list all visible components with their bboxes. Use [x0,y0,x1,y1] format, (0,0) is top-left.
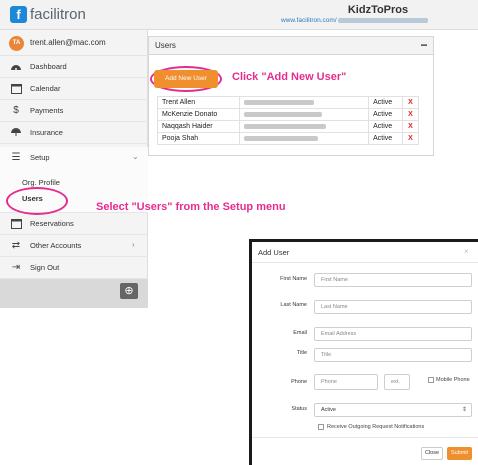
umbrella-icon [9,127,23,139]
sidebar-item-sign-out[interactable]: ⇥ Sign Out [0,257,148,279]
blurred-email [243,111,322,117]
user-account-row[interactable]: TA trent.allen@mac.com [0,30,148,56]
table-row: Trent Allen Active X [157,96,419,109]
user-email-cell [238,132,370,145]
add-new-user-button[interactable]: Add New User [154,70,218,88]
calendar-icon [9,83,23,95]
dashboard-icon [9,61,23,73]
plus-circle-icon: ⊕ [124,285,134,297]
exchange-icon: ⇄ [11,240,21,251]
email-field[interactable]: Email Address [314,327,472,341]
user-status-cell: Active [368,108,403,121]
panel-header: Users − [149,37,433,55]
email-label: Email [293,330,307,336]
title-label: Title [296,350,307,356]
user-name-cell: Trent Allen [157,96,240,109]
annotation-add-user: Click "Add New User" [232,71,347,83]
sidebar-item-label: Setup [30,153,50,162]
facilitron-logo[interactable]: f facilitron [10,6,86,23]
user-status-cell: Active [368,120,403,133]
users-highlight-oval [6,187,68,215]
user-status-cell: Active [368,132,403,145]
org-url-text: www.facilitron.com/ [281,17,337,24]
calendar-icon [9,218,23,230]
modal-title: Add User [258,248,290,257]
minimize-panel-button[interactable]: − [415,37,433,54]
sign-out-icon: ⇥ [11,262,21,273]
chevron-right-icon: › [132,240,135,249]
add-user-modal: Add User × First Name First Name Last Na… [249,239,478,465]
blurred-url-path [337,17,428,23]
title-field[interactable]: Title [314,348,472,362]
sidebar: TA trent.allen@mac.com Dashboard Calenda… [0,30,148,308]
sidebar-item-calendar[interactable]: Calendar [0,78,148,100]
delete-user-button[interactable]: X [402,120,419,133]
org-name: KidzToPros [347,4,409,16]
table-row: McKenzie Donato Active X [157,108,419,121]
modal-header: Add User × [252,242,478,263]
last-name-field[interactable]: Last Name [314,300,472,314]
modal-footer-divider [252,437,478,438]
sidebar-item-other-accounts[interactable]: ⇄ Other Accounts › [0,235,148,257]
blurred-email [243,135,318,141]
sidebar-item-label: Payments [30,106,64,115]
mobile-phone-checkbox[interactable] [428,377,434,383]
sidebar-item-label: Insurance [30,128,63,137]
user-name-cell: Naqqash Haider [157,120,240,133]
user-email-cell [238,108,370,121]
chevron-down-icon: ⌄ [132,152,139,161]
sidebar-item-label: Calendar [30,84,61,93]
user-status-cell: Active [368,96,403,109]
notifications-checkbox[interactable] [318,424,324,430]
delete-user-button[interactable]: X [402,96,419,109]
logo-text: facilitron [30,6,86,23]
delete-user-button[interactable]: X [402,108,419,121]
user-email: trent.allen@mac.com [30,38,106,47]
sidebar-item-setup[interactable]: ☰ Setup ⌄ [0,147,148,169]
sidebar-item-dashboard[interactable]: Dashboard [0,56,148,78]
submit-button[interactable]: Submit [447,447,472,460]
notifications-label: Receive Outgoing Request Notifications [327,424,425,430]
dollar-icon: $ [13,105,19,116]
users-table: Trent Allen Active X McKenzie Donato Act… [157,96,419,145]
collapse-sidebar-button[interactable]: ⊕ [120,283,138,299]
org-url[interactable]: www.facilitron.com/ [281,17,428,24]
close-icon[interactable]: × [464,247,469,256]
top-bar: f facilitron KidzToPros www.facilitron.c… [0,0,478,30]
panel-title: Users [155,41,176,50]
user-email-cell [238,96,370,109]
sidebar-item-label: Sign Out [30,263,60,272]
table-row: Naqqash Haider Active X [157,120,419,133]
first-name-field[interactable]: First Name [314,273,472,287]
avatar: TA [9,36,24,51]
status-selected-value: Active [321,407,336,413]
select-arrows-icon: ⇕ [461,407,467,413]
list-icon: ☰ [11,152,21,163]
phone-field[interactable]: Phone [314,374,378,390]
phone-ext-field[interactable]: ext. [384,374,410,390]
status-label: Status [291,406,307,412]
sidebar-item-insurance[interactable]: Insurance [0,122,148,144]
annotation-select-users: Select "Users" from the Setup menu [96,201,286,213]
sidebar-item-label: Dashboard [30,62,67,71]
logo-mark-icon: f [10,6,27,23]
blurred-email [243,123,326,129]
first-name-label: First Name [280,276,307,282]
user-name-cell: McKenzie Donato [157,108,240,121]
user-name-cell: Pooja Shah [157,132,240,145]
status-select[interactable]: Active ⇕ [314,403,472,417]
mobile-phone-label: Mobile Phone [436,377,470,383]
sidebar-item-reservations[interactable]: Reservations [0,213,148,235]
blurred-email [243,99,314,105]
table-row: Pooja Shah Active X [157,132,419,145]
close-button[interactable]: Close [421,447,443,460]
last-name-label: Last Name [280,302,307,308]
user-email-cell [238,120,370,133]
sidebar-subitem-label: Org. Profile [22,178,60,187]
sidebar-item-payments[interactable]: $ Payments [0,100,148,122]
phone-label: Phone [291,379,307,385]
sidebar-item-label: Reservations [30,219,74,228]
sidebar-item-label: Other Accounts [30,241,82,250]
delete-user-button[interactable]: X [402,132,419,145]
